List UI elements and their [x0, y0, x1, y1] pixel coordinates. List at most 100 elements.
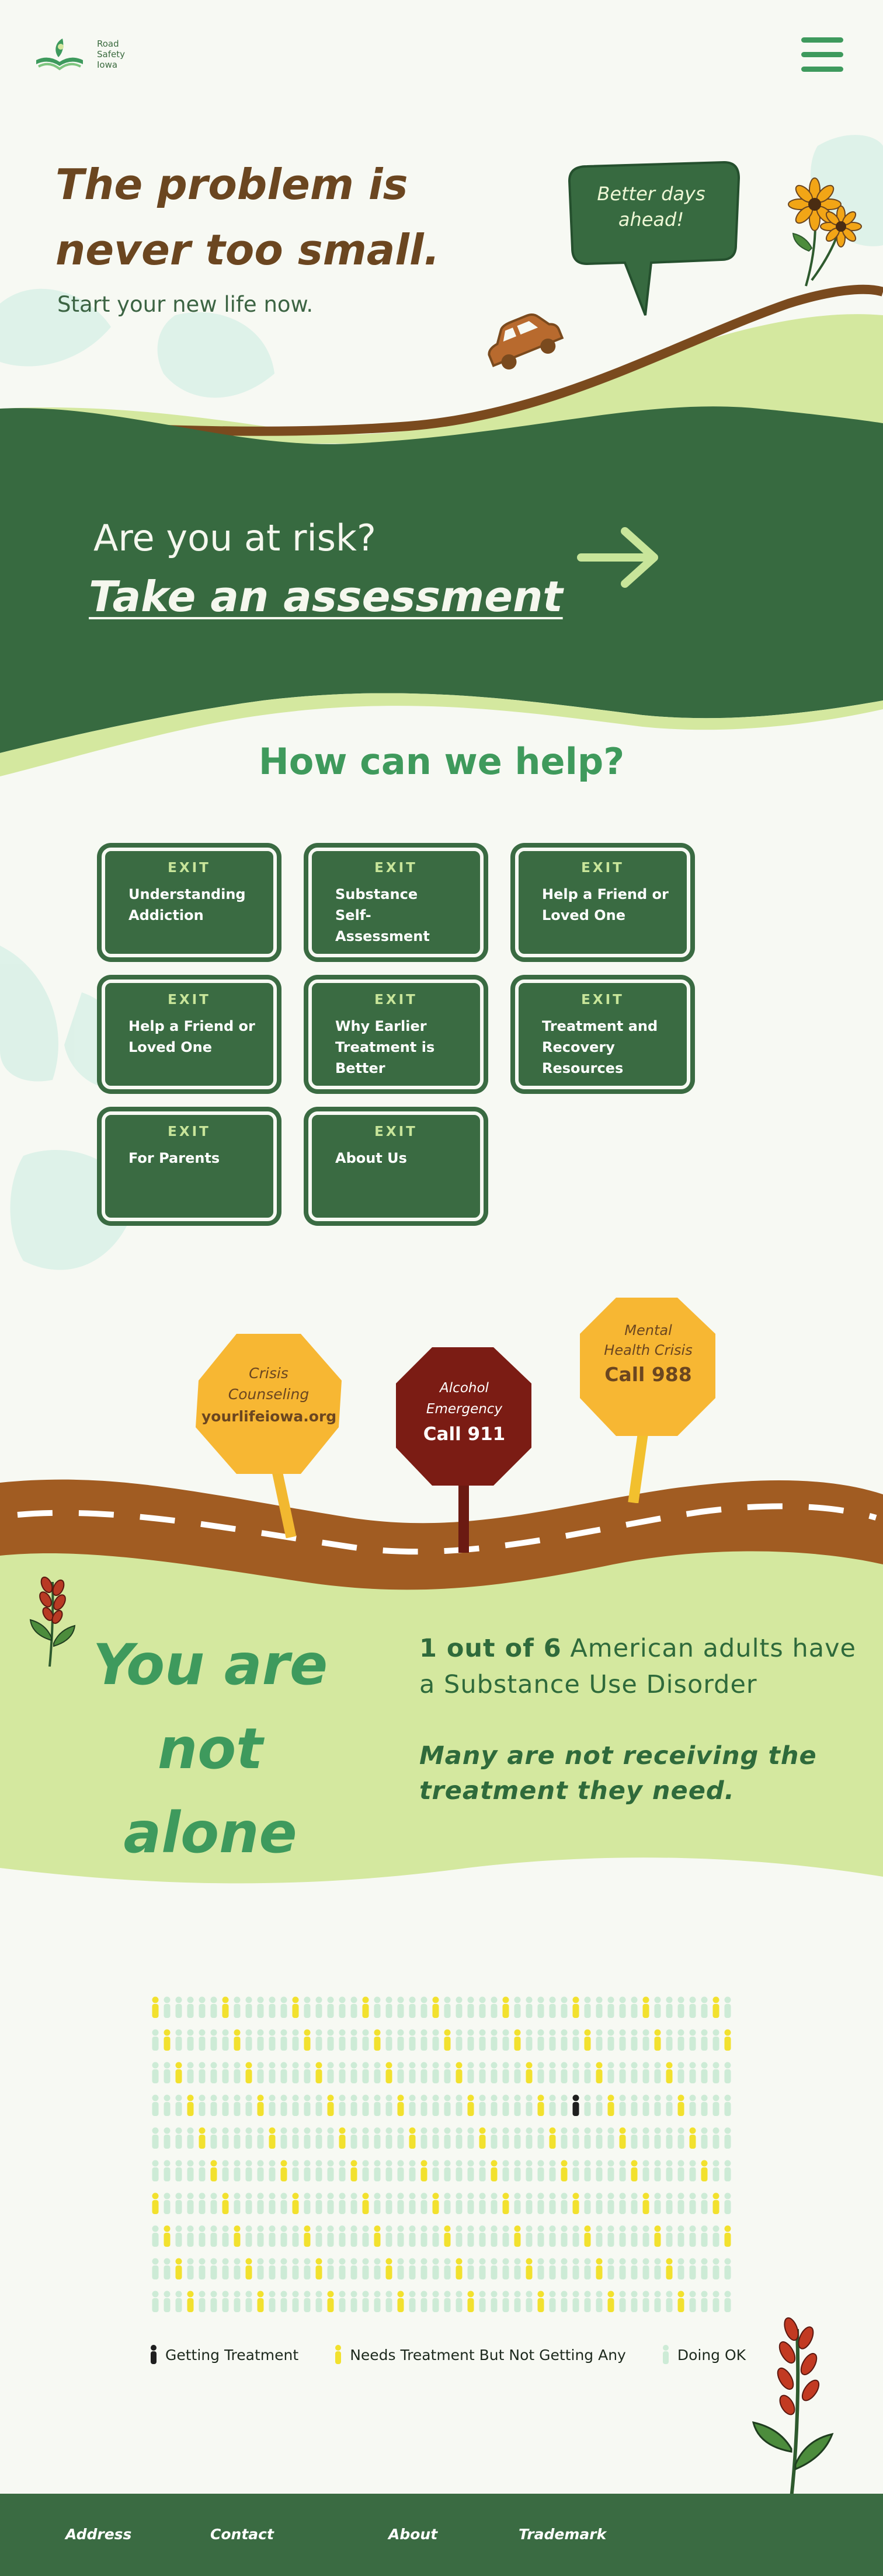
person-icon [654, 2192, 661, 2214]
pictogram-legend: Getting Treatment Needs Treatment But No… [149, 2344, 781, 2365]
legend-label: Getting Treatment [165, 2346, 299, 2364]
person-icon [304, 2258, 311, 2279]
person-icon [420, 2160, 427, 2181]
person-icon [654, 2094, 661, 2116]
person-icon [677, 2029, 684, 2051]
person-icon [479, 2127, 486, 2149]
person-icon [374, 2160, 381, 2181]
person-icon [514, 2225, 521, 2247]
help-card-help-friend-2[interactable]: EXIT Help a Friend or Loved One [98, 976, 280, 1093]
person-icon [642, 2258, 649, 2279]
person-icon [350, 2225, 357, 2247]
person-icon [467, 1996, 474, 2018]
person-icon [502, 2225, 509, 2247]
person-icon [420, 2225, 427, 2247]
person-icon [374, 2029, 381, 2051]
help-card-for-parents[interactable]: EXIT For Parents [98, 1108, 280, 1225]
take-assessment-link[interactable]: Take an assessment [89, 572, 563, 621]
alcohol-call[interactable]: Call 911 [403, 1420, 526, 1449]
person-icon [479, 2062, 486, 2083]
person-icon [596, 2127, 603, 2149]
person-icon [666, 2192, 673, 2214]
hamburger-menu-icon[interactable] [801, 37, 843, 72]
menu-bar [801, 67, 843, 72]
person-icon [335, 2345, 342, 2364]
person-icon [175, 2192, 182, 2214]
arrow-right-icon[interactable] [575, 522, 663, 592]
car-icon [488, 313, 564, 370]
person-icon [385, 2094, 392, 2116]
person-icon [619, 2094, 626, 2116]
footer-link-about[interactable]: About [388, 2526, 437, 2543]
help-card-understanding-addiction[interactable]: EXIT Understanding Addiction [98, 844, 280, 961]
person-icon [339, 2029, 346, 2051]
person-icon [724, 2225, 731, 2247]
help-card-earlier-treatment[interactable]: EXIT Why Earlier Treatment is Better [305, 976, 487, 1093]
footer-link-trademark[interactable]: Trademark [519, 2526, 606, 2543]
legend-getting-treatment: Getting Treatment [149, 2344, 298, 2365]
person-icon [514, 2291, 521, 2312]
person-icon [479, 2160, 486, 2181]
crisis-link[interactable]: yourlifeiowa.org [201, 1405, 336, 1428]
person-icon [607, 2192, 614, 2214]
person-icon [409, 2094, 416, 2116]
crisis-line: Counseling [228, 1386, 310, 1403]
person-icon [561, 2291, 568, 2312]
sunflower-icon [788, 177, 862, 287]
person-icon [315, 2258, 322, 2279]
card-exit-label: EXIT [374, 1124, 418, 1139]
person-icon [537, 1996, 544, 2018]
person-icon [420, 2062, 427, 2083]
mental-call[interactable]: Call 988 [584, 1360, 712, 1389]
mental-sign-text: Mental Health Crisis Call 988 [584, 1320, 712, 1389]
person-icon [210, 2062, 217, 2083]
person-icon [549, 2127, 556, 2149]
person-icon [164, 2291, 171, 2312]
person-icon [280, 2094, 287, 2116]
person-icon [315, 2127, 322, 2149]
person-icon [280, 2192, 287, 2214]
person-icon [339, 2291, 346, 2312]
person-icon [584, 1996, 591, 2018]
person-icon [234, 2127, 241, 2149]
person-icon [444, 2062, 451, 2083]
help-card-self-assessment[interactable]: EXIT Substance Self-Assessment [305, 844, 487, 961]
person-icon [712, 2225, 719, 2247]
person-icon [362, 2094, 369, 2116]
person-icon [315, 2160, 322, 2181]
footer-link-address[interactable]: Address [65, 2526, 131, 2543]
person-icon [526, 2225, 533, 2247]
person-icon [269, 2258, 276, 2279]
person-icon [397, 2029, 404, 2051]
person-icon [164, 2062, 171, 2083]
not-alone-line: You are [92, 1632, 328, 1697]
risk-question: Are you at risk? [93, 517, 376, 559]
site-logo[interactable]: Road Safety Iowa [30, 34, 132, 75]
person-icon [689, 2029, 696, 2051]
person-icon [374, 2225, 381, 2247]
help-card-about-us[interactable]: EXIT About Us [305, 1108, 487, 1225]
person-icon [292, 2192, 299, 2214]
person-icon [397, 2225, 404, 2247]
footer-link-contact[interactable]: Contact [210, 2526, 274, 2543]
menu-bar [801, 37, 843, 43]
person-icon [327, 2192, 334, 2214]
person-icon [385, 2062, 392, 2083]
person-icon [245, 2094, 252, 2116]
person-icon [642, 2062, 649, 2083]
person-icon [362, 1996, 369, 2018]
person-icon [315, 2094, 322, 2116]
person-icon [724, 2160, 731, 2181]
help-card-help-friend[interactable]: EXIT Help a Friend or Loved One [512, 844, 694, 961]
person-icon [467, 2160, 474, 2181]
person-icon [280, 2291, 287, 2312]
card-label: About Us [335, 1150, 407, 1166]
person-icon [339, 2062, 346, 2083]
person-icon [304, 2291, 311, 2312]
person-icon [596, 2160, 603, 2181]
person-icon [432, 2225, 439, 2247]
person-icon [339, 2127, 346, 2149]
help-card-treatment-resources[interactable]: EXIT Treatment and Recovery Resources [512, 976, 694, 1093]
person-icon [397, 2192, 404, 2214]
person-icon [304, 1996, 311, 2018]
